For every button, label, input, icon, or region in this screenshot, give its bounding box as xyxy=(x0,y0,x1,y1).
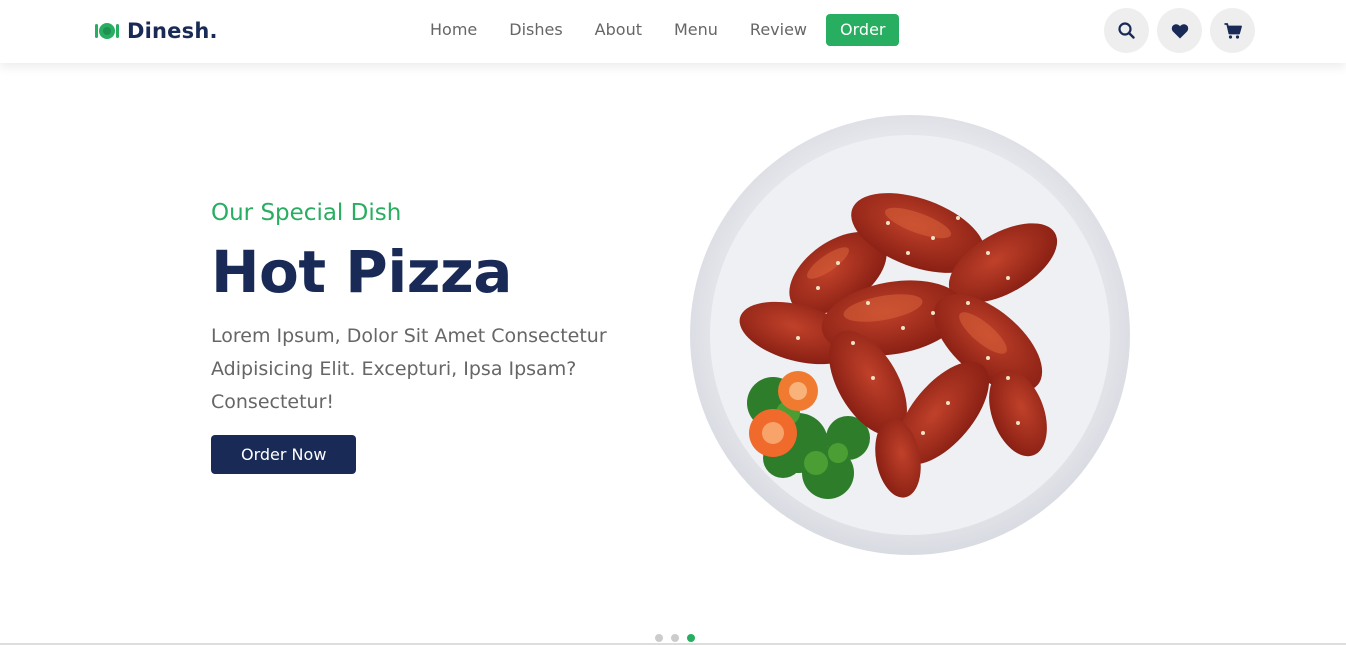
header-icons xyxy=(1104,8,1255,53)
nav-link-about[interactable]: About xyxy=(595,14,642,46)
nav-link-review[interactable]: Review xyxy=(750,14,807,46)
heart-icon xyxy=(1171,23,1188,38)
search-button[interactable] xyxy=(1104,8,1149,53)
nav-link-home[interactable]: Home xyxy=(430,14,477,46)
hero-subtitle: Our Special Dish xyxy=(211,200,402,226)
main-nav: Home Dishes About Menu Review Order xyxy=(420,14,900,46)
nav-link-menu[interactable]: Menu xyxy=(674,14,718,46)
plate-illustration xyxy=(690,115,1130,555)
site-header: Dinesh. Home Dishes About Menu Review Or… xyxy=(0,0,1346,63)
hero-title: Hot Pizza xyxy=(211,238,512,306)
slider-dot[interactable] xyxy=(655,634,663,642)
brand-name: Dinesh. xyxy=(127,19,218,43)
search-icon xyxy=(1118,22,1135,39)
cart-icon xyxy=(1224,22,1242,39)
hero-description: Lorem Ipsum, Dolor Sit Amet Consectetur … xyxy=(211,325,607,413)
slider-pagination xyxy=(655,634,695,643)
dish-image xyxy=(688,113,1132,557)
slider-dot-active[interactable] xyxy=(687,634,695,642)
nav-order-button[interactable]: Order xyxy=(826,14,900,46)
brand-logo[interactable]: Dinesh. xyxy=(95,16,218,46)
hero-section: Our Special Dish Hot Pizza Lorem Ipsum, … xyxy=(211,196,651,474)
utensils-icon xyxy=(95,23,119,39)
order-now-button[interactable]: Order Now xyxy=(211,435,357,474)
nav-link-dishes[interactable]: Dishes xyxy=(509,14,562,46)
cart-button[interactable] xyxy=(1210,8,1255,53)
slider-dot[interactable] xyxy=(671,634,679,642)
wishlist-button[interactable] xyxy=(1157,8,1202,53)
